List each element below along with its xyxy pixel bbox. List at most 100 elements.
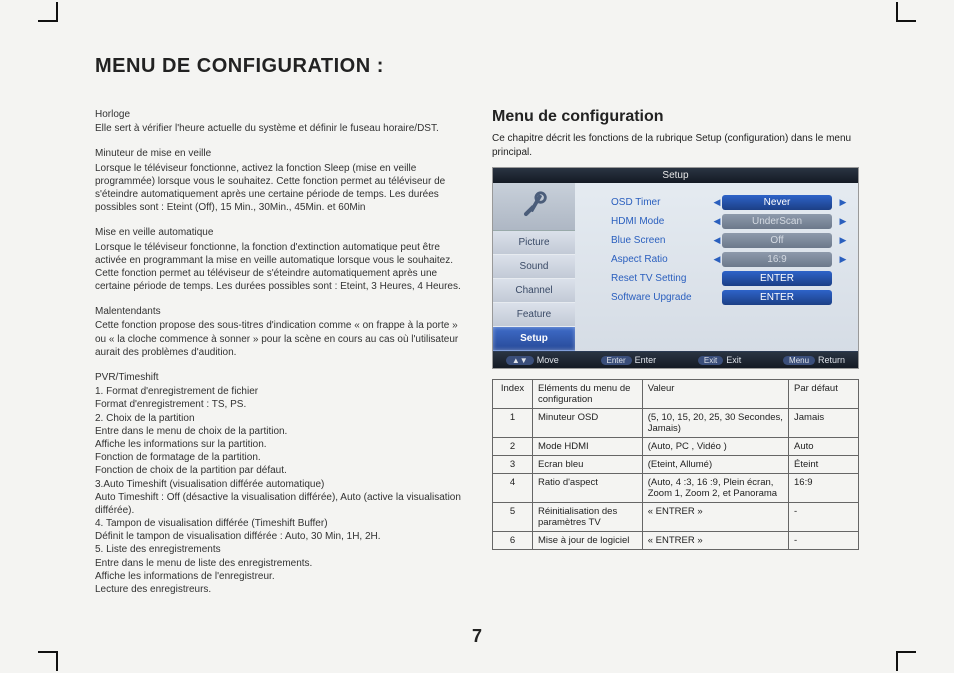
table-row: 5Réinitialisation des paramètres TV« ENT… [493,503,859,532]
foot-move: Move [537,355,559,365]
osd-option-row[interactable]: HDMI Mode◀UnderScan ▶ [585,214,848,229]
osd-option-row[interactable]: Software Upgrade ENTER [585,290,848,305]
table-cell: (Auto, 4 :3, 16 :9, Plein écran, Zoom 1,… [642,474,788,503]
caret-left-icon: ◀ [712,235,722,246]
table-header: Eléments du menu de configuration [533,380,643,409]
osd-option-label: Blue Screen [585,235,712,246]
caret-right-icon: ▶ [838,216,848,227]
osd-menu-picture[interactable]: Picture [493,231,575,255]
table-cell: Jamais [789,409,859,438]
sec-line: Fonction de choix de la partition par dé… [95,464,462,477]
table-cell: 4 [493,474,533,503]
table-row: 2Mode HDMI(Auto, PC , Vidéo )Auto [493,438,859,456]
table-cell: Réinitialisation des paramètres TV [533,503,643,532]
table-cell: (5, 10, 15, 20, 25, 30 Secondes, Jamais) [642,409,788,438]
exit-pill: Exit [698,356,723,365]
page-title: MENU DE CONFIGURATION : [95,55,859,78]
return-pill: Menu [783,356,815,365]
table-cell: « ENTRER » [642,503,788,532]
osd-option-value: UnderScan [722,214,832,229]
osd-option-label: Software Upgrade [585,292,712,303]
table-cell: - [789,532,859,550]
table-cell: Ecran bleu [533,456,643,474]
move-pill: ▲▼ [506,356,534,365]
caret-right-icon: ▶ [838,197,848,208]
osd-option-label: OSD Timer [585,197,712,208]
page-number: 7 [0,626,954,647]
sec-line: Définit le tampon de visualisation diffé… [95,530,462,543]
sec-head: Horloge [95,108,462,121]
table-cell: - [789,503,859,532]
sec-head: Mise en veille automatique [95,226,462,239]
osd-option-value: ENTER [722,290,832,305]
sec-head: Malentendants [95,305,462,318]
osd-option-label: HDMI Mode [585,216,712,227]
table-cell: (Eteint, Allumé) [642,456,788,474]
section-subtitle: Menu de configuration [492,108,859,126]
tools-icon [493,183,575,231]
sec-line: Lecture des enregistreurs. [95,583,462,596]
osd-footer: ▲▼Move EnterEnter ExitExit MenuReturn [493,351,858,368]
table-row: 6Mise à jour de logiciel« ENTRER »- [493,532,859,550]
left-column: HorlogeElle sert à vérifier l'heure actu… [95,108,462,608]
sec-head: PVR/Timeshift [95,371,462,384]
enter-pill: Enter [601,356,632,365]
sec-body: Lorsque le téléviseur fonctionne, la fon… [95,241,462,294]
osd-option-row[interactable]: Aspect Ratio◀16:9▶ [585,252,848,267]
table-cell: Éteint [789,456,859,474]
table-cell: Mode HDMI [533,438,643,456]
osd-option-row[interactable]: OSD Timer◀Never ▶ [585,195,848,210]
table-cell: Mise à jour de logiciel [533,532,643,550]
table-header: Valeur [642,380,788,409]
osd-screenshot: Setup PictureSoundCha [492,167,859,369]
table-cell: Ratio d'aspect [533,474,643,503]
table-cell: Auto [789,438,859,456]
sec-line: Affiche les informations de l'enregistre… [95,570,462,583]
osd-option-value: ENTER [722,271,832,286]
sec-head: Minuteur de mise en veille [95,147,462,160]
foot-exit: Exit [726,355,741,365]
sec-body: Cette fonction propose des sous-titres d… [95,319,462,359]
osd-menu-channel[interactable]: Channel [493,279,575,303]
sec-line: Affiche les informations sur la partitio… [95,438,462,451]
osd-option-label: Reset TV Setting [585,273,712,284]
config-table: IndexEléments du menu de configurationVa… [492,379,859,550]
table-header: Index [493,380,533,409]
table-cell: « ENTRER » [642,532,788,550]
osd-menu-sound[interactable]: Sound [493,255,575,279]
sec-line: 3.Auto Timeshift (visualisation différée… [95,478,462,491]
sec-line: 1. Format d'enregistrement de fichier [95,385,462,398]
caret-left-icon: ◀ [712,216,722,227]
table-row: 1Minuteur OSD(5, 10, 15, 20, 25, 30 Seco… [493,409,859,438]
sec-body: Elle sert à vérifier l'heure actuelle du… [95,122,462,135]
sec-body: Lorsque le téléviseur fonctionne, active… [95,162,462,215]
table-cell: 3 [493,456,533,474]
sec-line: 4. Tampon de visualisation différée (Tim… [95,517,462,530]
osd-option-value: Never [722,195,832,210]
sec-line: Entre dans le menu de choix de la partit… [95,425,462,438]
sec-line: Format d'enregistrement : TS, PS. [95,398,462,411]
osd-option-value: Off [722,233,832,248]
osd-option-row[interactable]: Reset TV Setting ENTER [585,271,848,286]
table-cell: 16:9 [789,474,859,503]
foot-return: Return [818,355,845,365]
osd-option-label: Aspect Ratio [585,254,712,265]
right-column: Menu de configuration Ce chapitre décrit… [492,108,859,608]
osd-option-value: 16:9 [722,252,832,267]
foot-enter: Enter [635,355,657,365]
sec-line: 5. Liste des enregistrements [95,543,462,556]
table-row: 3Ecran bleu(Eteint, Allumé)Éteint [493,456,859,474]
caret-right-icon: ▶ [838,235,848,246]
section-intro: Ce chapitre décrit les fonctions de la r… [492,132,859,159]
table-cell: 1 [493,409,533,438]
osd-menu-feature[interactable]: Feature [493,303,575,327]
table-cell: (Auto, PC , Vidéo ) [642,438,788,456]
sec-line: Fonction de formatage de la partition. [95,451,462,464]
table-row: 4Ratio d'aspect(Auto, 4 :3, 16 :9, Plein… [493,474,859,503]
osd-title: Setup [493,168,858,183]
osd-option-row[interactable]: Blue Screen◀Off ▶ [585,233,848,248]
table-cell: Minuteur OSD [533,409,643,438]
sec-line: Entre dans le menu de liste des enregist… [95,557,462,570]
osd-menu-setup[interactable]: Setup [493,327,575,351]
caret-left-icon: ◀ [712,197,722,208]
